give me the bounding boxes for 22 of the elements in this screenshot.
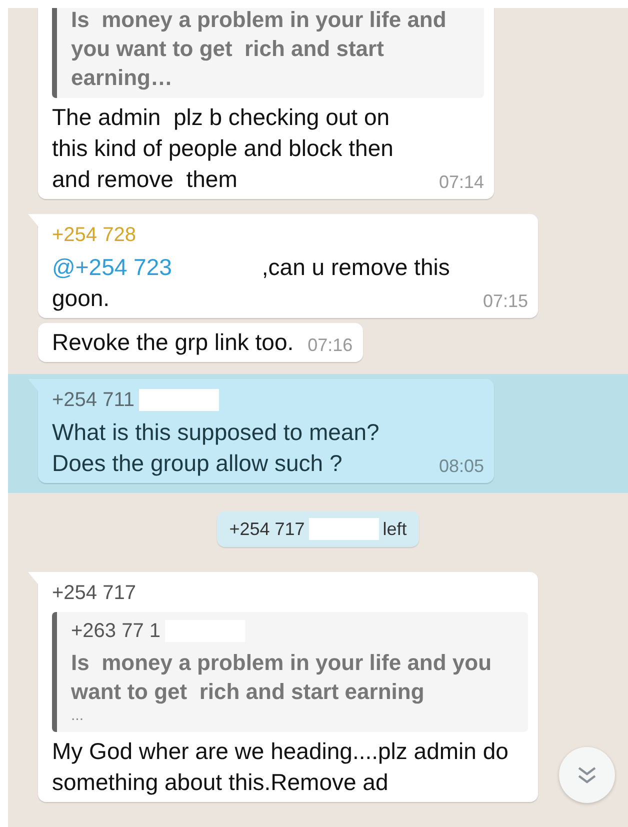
system-text: left: [382, 518, 407, 540]
sender-name: +254 711: [52, 388, 134, 412]
message-text: My God wher are we heading....plz admin do something about this.Remove ad: [52, 737, 510, 797]
message-text: What is this supposed to mean? Does the group allow such ?: [52, 418, 380, 478]
message-text: @+254 723 ,can u remove this goon.: [52, 253, 451, 313]
quote-text: Is money a problem in your life and you want to get rich and start earning: [71, 649, 493, 706]
quote-sender: +263 77 1: [71, 620, 161, 642]
system-text: +254 717: [229, 518, 305, 540]
quote-text: Is money a problem in your life and you want to get rich and start earning…: [71, 8, 448, 92]
quote-ellipsis: ...: [71, 706, 85, 726]
message-text: The admin plz b checking out on this kind of people and block then and remove them: [52, 103, 394, 194]
message-bubble[interactable]: Is money a problem in your life and you want to get rich and start earning… The admin plz b checking out on this kind of people and block then and remove them 07:14: [38, 8, 494, 199]
message-text: Revoke the grp link too.: [52, 328, 294, 357]
double-chevron-icon: [576, 765, 598, 785]
message-time: 08:05: [438, 455, 484, 478]
message-bubble[interactable]: Revoke the grp link too. 07:16: [38, 323, 363, 362]
sender-name: +254 728: [52, 224, 136, 246]
message-time: 07:14: [438, 171, 484, 194]
sender-name: +254 717: [52, 582, 136, 604]
message-time: 07:15: [482, 290, 528, 313]
scroll-down-button[interactable]: [559, 747, 615, 803]
message-time: 07:16: [308, 334, 353, 357]
